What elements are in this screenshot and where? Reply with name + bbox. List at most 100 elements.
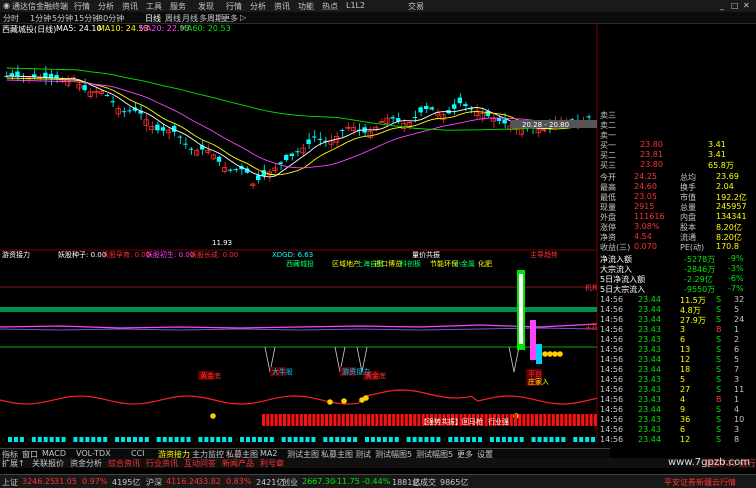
- period-multi[interactable]: 多周期: [199, 13, 223, 24]
- signal-bar: [329, 414, 333, 426]
- signal-bar: [409, 414, 412, 426]
- tick-count: 32: [734, 295, 745, 304]
- indicator-tab[interactable]: VOL-TDX: [76, 449, 111, 458]
- candle-body: [502, 119, 507, 124]
- index-name[interactable]: 创业: [282, 477, 298, 488]
- tick-price: 23.43: [638, 345, 661, 354]
- cyan-signal-bar: [394, 437, 399, 442]
- period-toolbar: 分时 1分钟 5分钟 15分钟 30分钟 日线 周线 月线 多周期 更多 ▷: [0, 12, 756, 24]
- tick-time: 14:56: [600, 405, 624, 414]
- menu-l1l2[interactable]: L1L2: [346, 1, 365, 10]
- index-status-bar: 上证 3246.25 31.05 0.97% 4195亿 沪深 4116.24 33.82 0.…: [0, 474, 756, 488]
- signal-bar: [354, 414, 358, 426]
- index-value: 2667.30: [302, 477, 336, 486]
- tick-price: 23.44: [638, 315, 661, 324]
- app-title: 通达信金融终端: [12, 2, 68, 11]
- period-expand-icon[interactable]: ▷: [240, 13, 246, 22]
- tick-time: 14:56: [600, 415, 624, 424]
- sub-tab[interactable]: 扩展↑: [2, 458, 25, 469]
- index-pct: -0.44%: [362, 477, 391, 486]
- menu-quote[interactable]: 行情: [74, 1, 90, 12]
- cyan-signal-bar: [406, 437, 411, 442]
- menu-discover[interactable]: 发现: [198, 1, 214, 12]
- kline-chart[interactable]: 22.0021.0020.0019.0018.0017.0016.0015.00…: [0, 24, 610, 444]
- cyan-signal-bar: [472, 437, 477, 442]
- cyan-signal-bar: [162, 437, 167, 442]
- menu-quote-2[interactable]: 行情: [226, 1, 242, 12]
- menu-hot[interactable]: 热点: [322, 1, 338, 12]
- close-icon[interactable]: ✕: [743, 1, 750, 10]
- period-intraday[interactable]: 分时: [3, 13, 19, 24]
- sub-tab[interactable]: 利号章: [260, 458, 284, 469]
- period-daily[interactable]: 日线: [145, 13, 161, 24]
- sub-tab[interactable]: 关联报价: [32, 458, 64, 469]
- tick-side: S: [716, 295, 722, 304]
- index-name[interactable]: 沪深: [146, 477, 162, 488]
- signal-bar: [379, 414, 383, 426]
- quote-row: 外盘 111616 内盘 134341: [598, 212, 756, 222]
- period-15min[interactable]: 15分钟: [74, 13, 100, 24]
- period-1min[interactable]: 1分钟: [30, 13, 51, 24]
- menu-function[interactable]: 功能: [298, 1, 314, 12]
- index-amount: 4195亿: [112, 478, 141, 487]
- coin-marker: [341, 398, 347, 404]
- quote-panel: 卖三 卖二 卖一 买一 23.80 3.41 买二 23.81 3.41 买三 23.80 65.8万…: [597, 24, 756, 444]
- signal-bar: [367, 414, 370, 426]
- quote-value: 3.08%: [634, 222, 660, 231]
- candle-body: [110, 101, 115, 103]
- cyan-signal-bar: [412, 437, 417, 442]
- quote-row: 今开 24.25 总均 23.69: [598, 172, 756, 182]
- menu-service[interactable]: 服务: [170, 1, 186, 12]
- quote-value: 24.25: [634, 172, 657, 181]
- sub-tab[interactable]: 行业资讯: [146, 458, 178, 469]
- candle-body: [233, 169, 238, 171]
- menu-tools[interactable]: 工具: [146, 1, 162, 12]
- tick-side: S: [716, 305, 722, 314]
- sub-tab[interactable]: 资金分析: [70, 458, 102, 469]
- sub-tab[interactable]: 新闻产品: [222, 458, 254, 469]
- cyan-signal-bar: [115, 437, 120, 442]
- index-name[interactable]: 总成交: [412, 477, 436, 488]
- spike-bar: [530, 320, 536, 360]
- candle-body: [160, 127, 166, 131]
- menu-analysis[interactable]: 分析: [98, 1, 114, 12]
- period-weekly[interactable]: 周线: [165, 13, 181, 24]
- sub-tab[interactable]: 互动问答: [184, 458, 216, 469]
- period-30min[interactable]: 30分钟: [98, 13, 124, 24]
- signal-bar: [266, 414, 270, 426]
- cyan-signal-bar: [222, 437, 227, 442]
- period-monthly[interactable]: 月线: [182, 13, 198, 24]
- candle-body: [127, 110, 132, 112]
- candle-body: [188, 148, 194, 150]
- tick-row: 14:56 23.44 18 S 7: [598, 365, 756, 375]
- menu-info[interactable]: 资讯: [122, 1, 138, 12]
- sub-tab[interactable]: 综合资讯: [108, 458, 140, 469]
- menu-analysis-2[interactable]: 分析: [250, 1, 266, 12]
- maximize-icon[interactable]: □: [731, 1, 739, 10]
- menu-info-2[interactable]: 资讯: [274, 1, 290, 12]
- cyan-signal-bar: [281, 437, 286, 442]
- cyan-signal-bar: [144, 437, 149, 442]
- cyan-signal-bar: [127, 437, 131, 442]
- signal-bar: [325, 414, 328, 426]
- cyan-signal-bar: [495, 437, 500, 442]
- flow-pct: -9%: [728, 254, 744, 263]
- cyan-signal-bar: [73, 437, 78, 442]
- tick-row: 14:56 23.44 11.5万 S 32: [598, 295, 756, 305]
- indicator-tab[interactable]: CCI: [131, 449, 145, 458]
- app-logo-icon: ◉: [3, 1, 10, 10]
- indicator-tab[interactable]: MA2: [260, 449, 277, 458]
- minimize-icon[interactable]: _: [720, 1, 724, 10]
- trade-button[interactable]: 交易: [408, 1, 424, 12]
- tick-time: 14:56: [600, 385, 624, 394]
- index-name[interactable]: 上证: [2, 477, 18, 488]
- period-5min[interactable]: 5分钟: [52, 13, 73, 24]
- cyan-signal-bar: [466, 437, 471, 442]
- bid-label: 买三: [600, 161, 616, 170]
- cyan-signal-bar: [210, 437, 215, 442]
- indicator-tab[interactable]: MACD: [42, 449, 66, 458]
- tick-side: B: [716, 395, 722, 404]
- period-more[interactable]: 更多: [222, 13, 238, 24]
- cyan-signal-bar: [43, 437, 48, 442]
- tick-count: 7: [734, 365, 740, 374]
